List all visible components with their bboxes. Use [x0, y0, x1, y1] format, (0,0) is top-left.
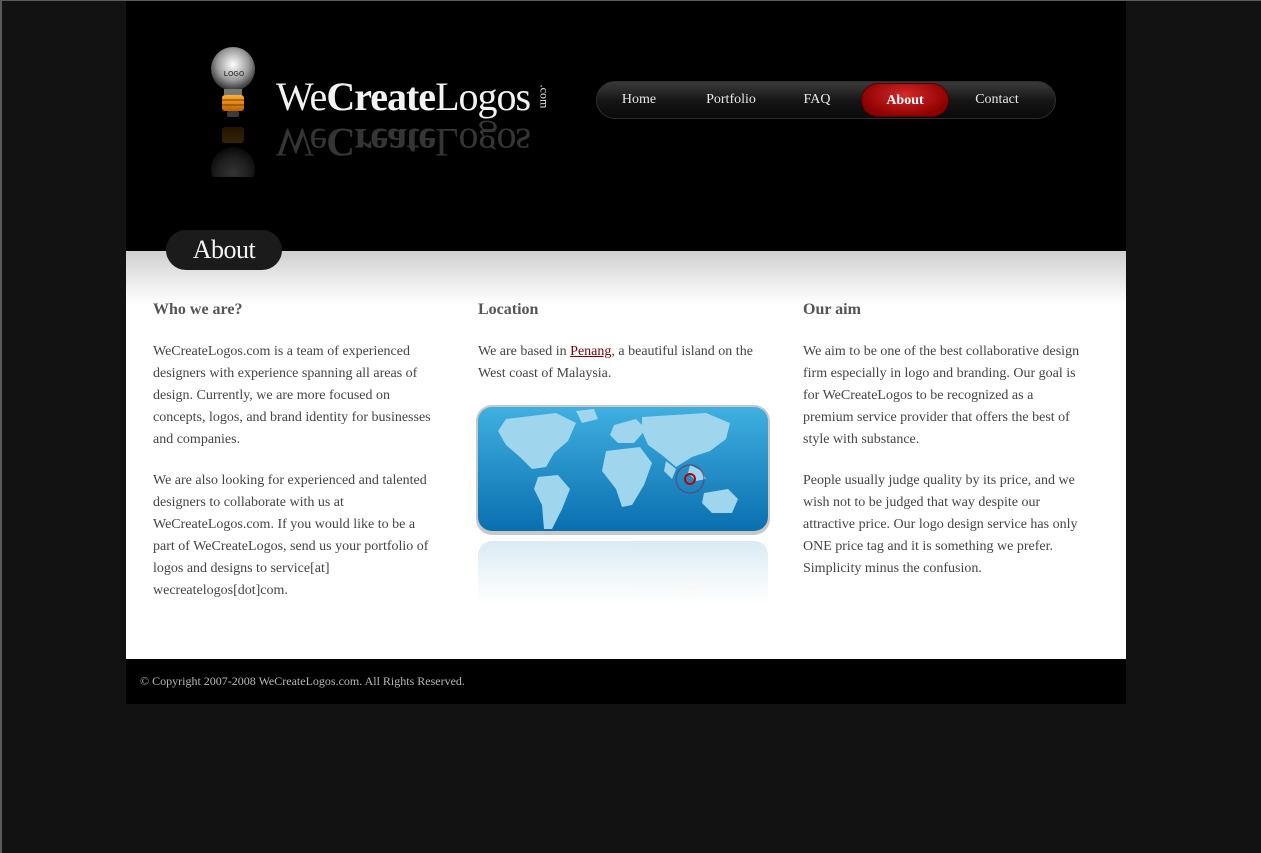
nav-about[interactable]: About — [861, 83, 949, 117]
world-map — [476, 405, 770, 605]
logo-text-logos: Logos — [435, 74, 531, 119]
lightbulb-icon — [211, 47, 255, 177]
site-logo[interactable]: LOGO WeCreateLogos .com WeCreateLogos — [196, 29, 636, 189]
logo-text-we: We — [276, 74, 327, 119]
nav-contact[interactable]: Contact — [961, 82, 1033, 118]
column-who-we-are: Who we are? WeCreateLogos.com is a team … — [153, 301, 433, 621]
column-our-aim: Our aim We aim to be one of the best col… — [803, 301, 1083, 599]
logo-wordmark: WeCreateLogos .com — [276, 73, 554, 120]
main-nav: Home Portfolio FAQ About Contact — [596, 81, 1056, 119]
svg-text:LOGO: LOGO — [224, 71, 245, 78]
main-content: Who we are? WeCreateLogos.com is a team … — [126, 251, 1126, 659]
bulb-label: LOGO — [224, 71, 245, 78]
logo-reflection: WeCreateLogos — [276, 119, 530, 166]
aim-paragraph-2: People usually judge quality by its pric… — [803, 473, 1078, 576]
aim-title: Our aim — [803, 301, 861, 318]
logo-reflect-logos: Logos — [435, 120, 531, 165]
nav-faq[interactable]: FAQ — [789, 82, 845, 118]
who-title: Who we are? — [153, 301, 243, 318]
column-location: Location We are based in Penang, a beaut… — [478, 301, 758, 404]
location-text-before: We are based in — [478, 344, 571, 359]
who-paragraph-2: We are also looking for experienced and … — [153, 473, 429, 598]
logo-reflect-we: We — [276, 120, 327, 165]
world-map-icon — [476, 405, 770, 605]
aim-paragraph-1: We aim to be one of the best collaborati… — [803, 344, 1080, 447]
header: LOGO WeCreateLogos .com WeCreateLogos Hom… — [126, 1, 1126, 251]
penang-link[interactable]: Penang — [570, 344, 611, 359]
location-title: Location — [478, 301, 539, 318]
page-title-tab: About — [166, 230, 282, 270]
copyright-text: © Copyright 2007-2008 WeCreateLogos.com.… — [140, 674, 465, 688]
window-frame-left — [0, 0, 2, 853]
logo-reflect-create: Create — [326, 120, 436, 165]
nav-home[interactable]: Home — [605, 82, 673, 118]
page-container: LOGO WeCreateLogos .com WeCreateLogos Hom… — [126, 1, 1126, 704]
nav-portfolio[interactable]: Portfolio — [693, 82, 769, 118]
logo-text-com: .com — [537, 84, 552, 109]
logo-text-create: Create — [326, 74, 436, 119]
location-paragraph: We are based in Penang, a beautiful isla… — [478, 341, 758, 385]
footer: © Copyright 2007-2008 WeCreateLogos.com.… — [126, 659, 1126, 704]
who-paragraph-1: WeCreateLogos.com is a team of experienc… — [153, 344, 431, 447]
